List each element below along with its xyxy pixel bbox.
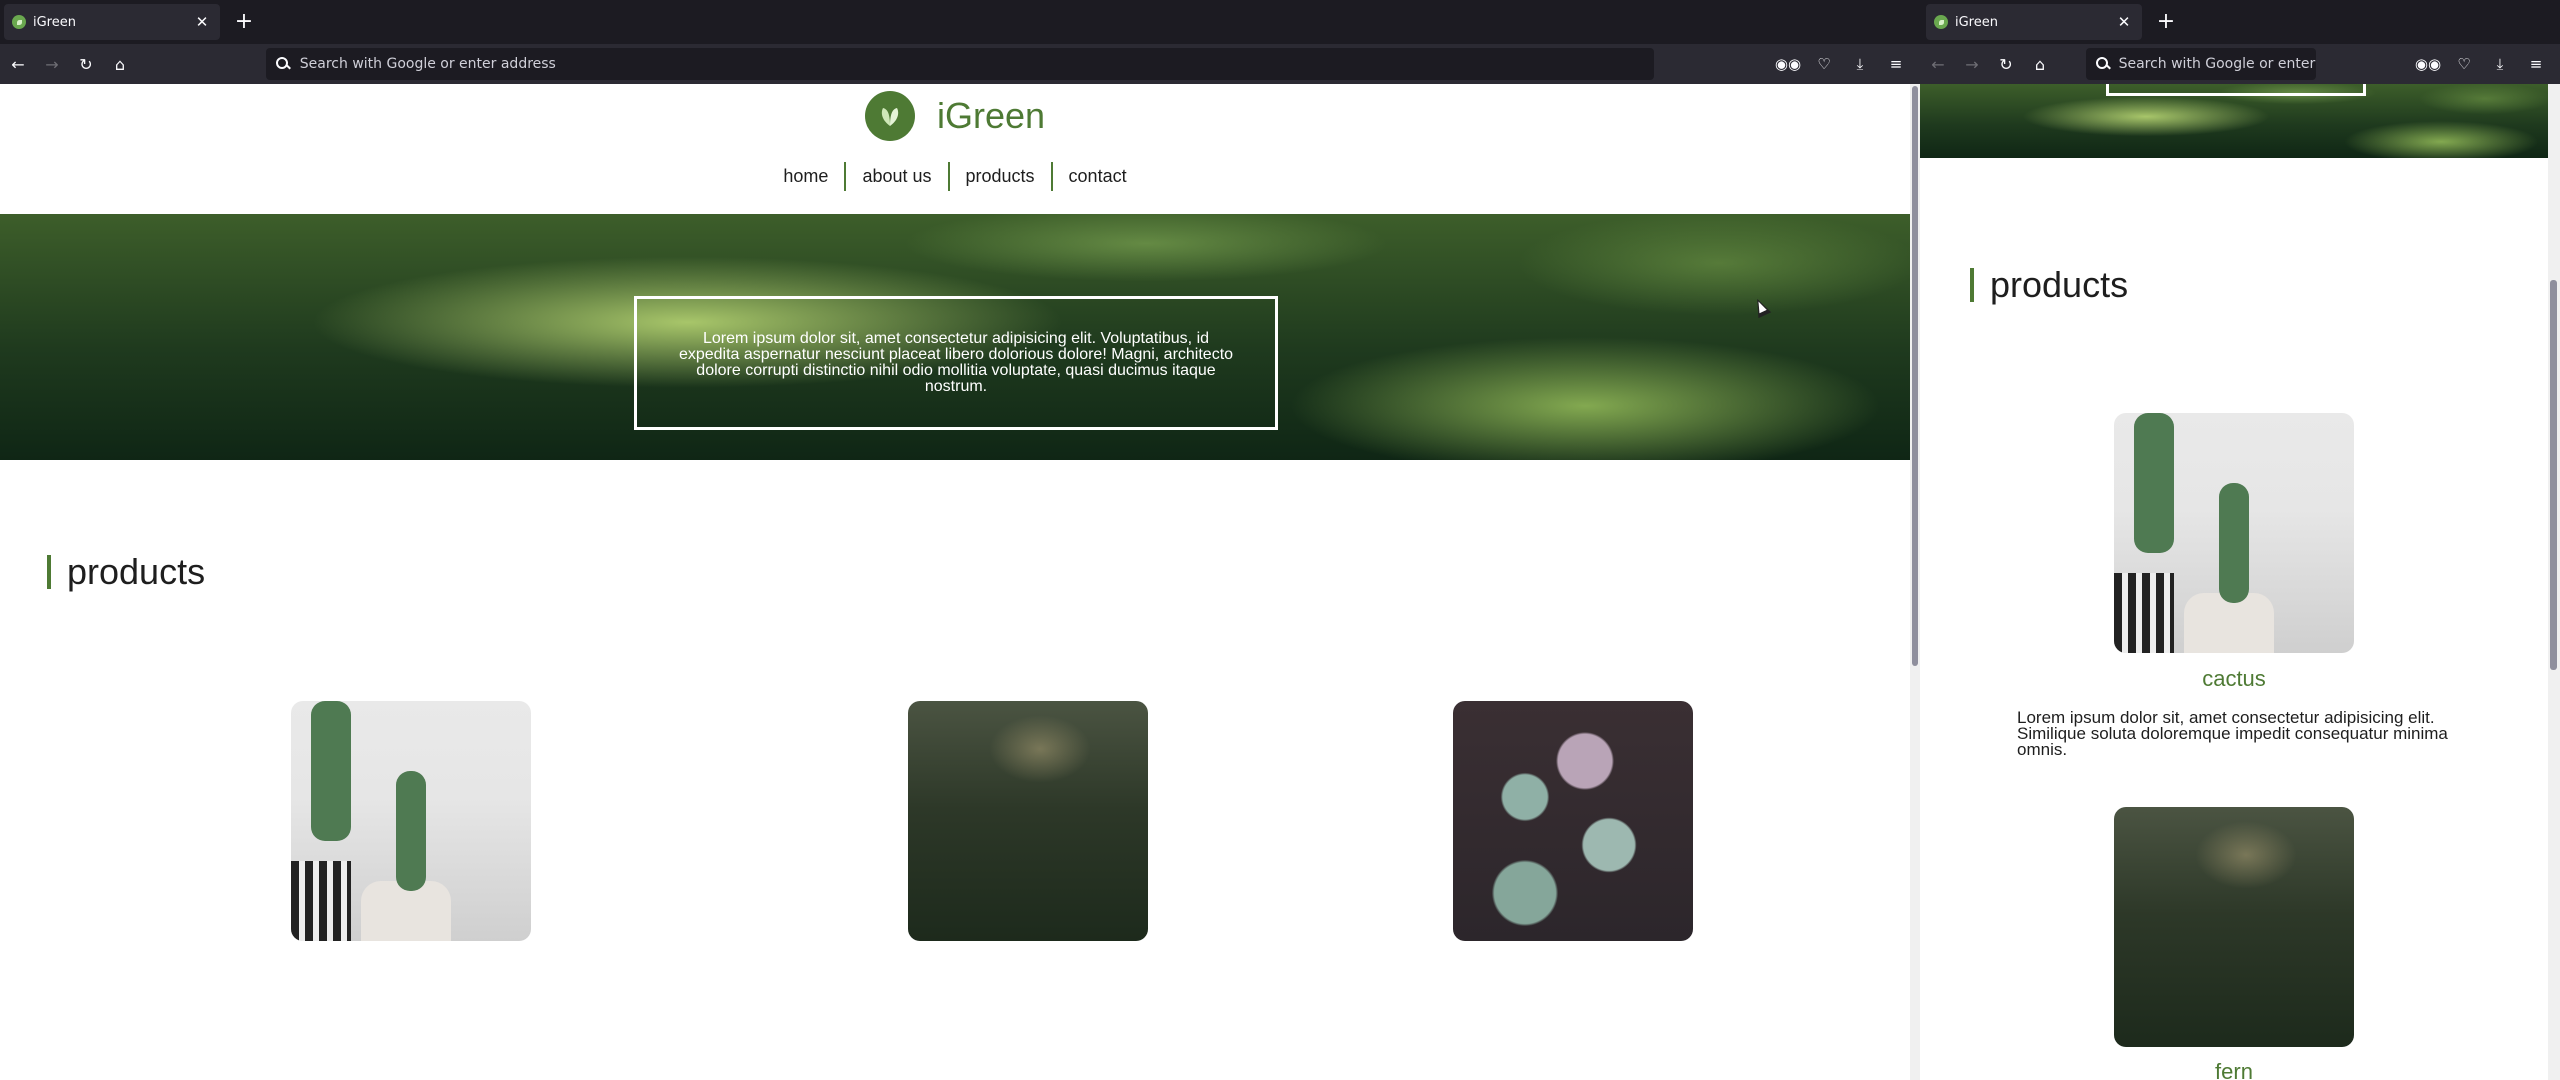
- home-icon[interactable]: ⌂: [2024, 48, 2056, 80]
- tab-title: iGreen: [33, 14, 76, 30]
- private-mask-icon[interactable]: ◉◉: [1770, 48, 1806, 80]
- site-header: iGreen: [0, 84, 1910, 148]
- close-icon[interactable]: ✕: [192, 13, 212, 31]
- scrollbar-thumb[interactable]: [2550, 280, 2557, 670]
- back-arrow-icon[interactable]: ←: [1922, 48, 1954, 80]
- page-scrollbar[interactable]: [2548, 84, 2560, 1080]
- toolbar-actions: ◉◉ ♡ ⤓ ≡: [1770, 48, 1914, 80]
- tab-strip: iGreen ✕ +: [0, 0, 1920, 44]
- browser-window-right: iGreen ✕ + ← → ↻ ⌂ ◉◉ ♡ ⤓ ≡ products: [1920, 0, 2560, 1080]
- leaf-favicon-icon: [1934, 15, 1948, 29]
- url-input[interactable]: [299, 56, 1654, 72]
- new-tab-plus-icon[interactable]: +: [230, 8, 258, 36]
- browser-window-left: iGreen ✕ + ← → ↻ ⌂ ◉◉ ♡ ⤓ ≡ iGreen home …: [0, 0, 1920, 1080]
- page-viewport: products cactus Lorem ipsum dolor sit, a…: [1920, 84, 2548, 1080]
- menu-hamburger-icon[interactable]: ≡: [2518, 48, 2554, 80]
- pocket-icon[interactable]: ♡: [2446, 48, 2482, 80]
- tab-igreen[interactable]: iGreen ✕: [1926, 4, 2142, 40]
- nav-link-products[interactable]: products: [947, 162, 1051, 191]
- product-image-succulent[interactable]: [1453, 701, 1693, 941]
- tab-igreen[interactable]: iGreen ✕: [4, 4, 220, 40]
- nav-link-contact[interactable]: contact: [1050, 162, 1143, 191]
- products-heading: products: [1970, 267, 2128, 303]
- product-image-cactus[interactable]: [2114, 413, 2354, 653]
- home-icon[interactable]: ⌂: [104, 48, 136, 80]
- tab-title: iGreen: [1955, 14, 1998, 30]
- hero-banner: [1920, 84, 2548, 158]
- leaf-logo-icon[interactable]: [864, 91, 915, 141]
- tab-strip: iGreen ✕ +: [1920, 0, 2560, 44]
- nav-link-about-us[interactable]: about us: [844, 162, 947, 191]
- forward-arrow-icon[interactable]: →: [36, 48, 68, 80]
- page-viewport: iGreen home about us products contact Lo…: [0, 84, 1910, 1080]
- product-image-cactus[interactable]: [291, 701, 531, 941]
- site-nav: home about us products contact: [0, 162, 1910, 191]
- hero-banner: Lorem ipsum dolor sit, amet consectetur …: [0, 214, 1910, 460]
- search-icon: [2096, 57, 2109, 71]
- back-arrow-icon[interactable]: ←: [2, 48, 34, 80]
- scrollbar-thumb[interactable]: [1912, 86, 1918, 666]
- close-icon[interactable]: ✕: [2114, 13, 2134, 31]
- hero-text-box-edge: [2106, 84, 2366, 96]
- product-name-fern: fern: [2215, 1059, 2253, 1080]
- products-heading: products: [47, 554, 205, 590]
- reload-icon[interactable]: ↻: [70, 48, 102, 80]
- product-description-cactus: Lorem ipsum dolor sit, amet consectetur …: [2017, 708, 2448, 759]
- pocket-icon[interactable]: ♡: [1806, 48, 1842, 80]
- site-logo-title[interactable]: iGreen: [937, 95, 1045, 137]
- reload-icon[interactable]: ↻: [1990, 48, 2022, 80]
- product-name-cactus: cactus: [2202, 666, 2266, 691]
- navigation-toolbar: ← → ↻ ⌂ ◉◉ ♡ ⤓ ≡: [1920, 44, 2560, 84]
- product-image-fern[interactable]: [908, 701, 1148, 941]
- search-icon: [276, 57, 290, 71]
- address-bar[interactable]: [2086, 48, 2316, 80]
- new-tab-plus-icon[interactable]: +: [2152, 8, 2180, 36]
- downloads-icon[interactable]: ⤓: [1842, 48, 1878, 80]
- nav-link-home[interactable]: home: [767, 162, 844, 191]
- menu-hamburger-icon[interactable]: ≡: [1878, 48, 1914, 80]
- downloads-icon[interactable]: ⤓: [2482, 48, 2518, 80]
- hero-text-box: Lorem ipsum dolor sit, amet consectetur …: [634, 296, 1278, 430]
- toolbar-actions: ◉◉ ♡ ⤓ ≡: [2410, 48, 2554, 80]
- navigation-toolbar: ← → ↻ ⌂ ◉◉ ♡ ⤓ ≡: [0, 44, 1920, 84]
- url-input[interactable]: [2118, 56, 2316, 72]
- page-scrollbar[interactable]: [1910, 84, 1920, 1080]
- leaf-favicon-icon: [12, 15, 26, 29]
- private-mask-icon[interactable]: ◉◉: [2410, 48, 2446, 80]
- product-image-fern[interactable]: [2114, 807, 2354, 1047]
- forward-arrow-icon[interactable]: →: [1956, 48, 1988, 80]
- address-bar[interactable]: [266, 48, 1654, 80]
